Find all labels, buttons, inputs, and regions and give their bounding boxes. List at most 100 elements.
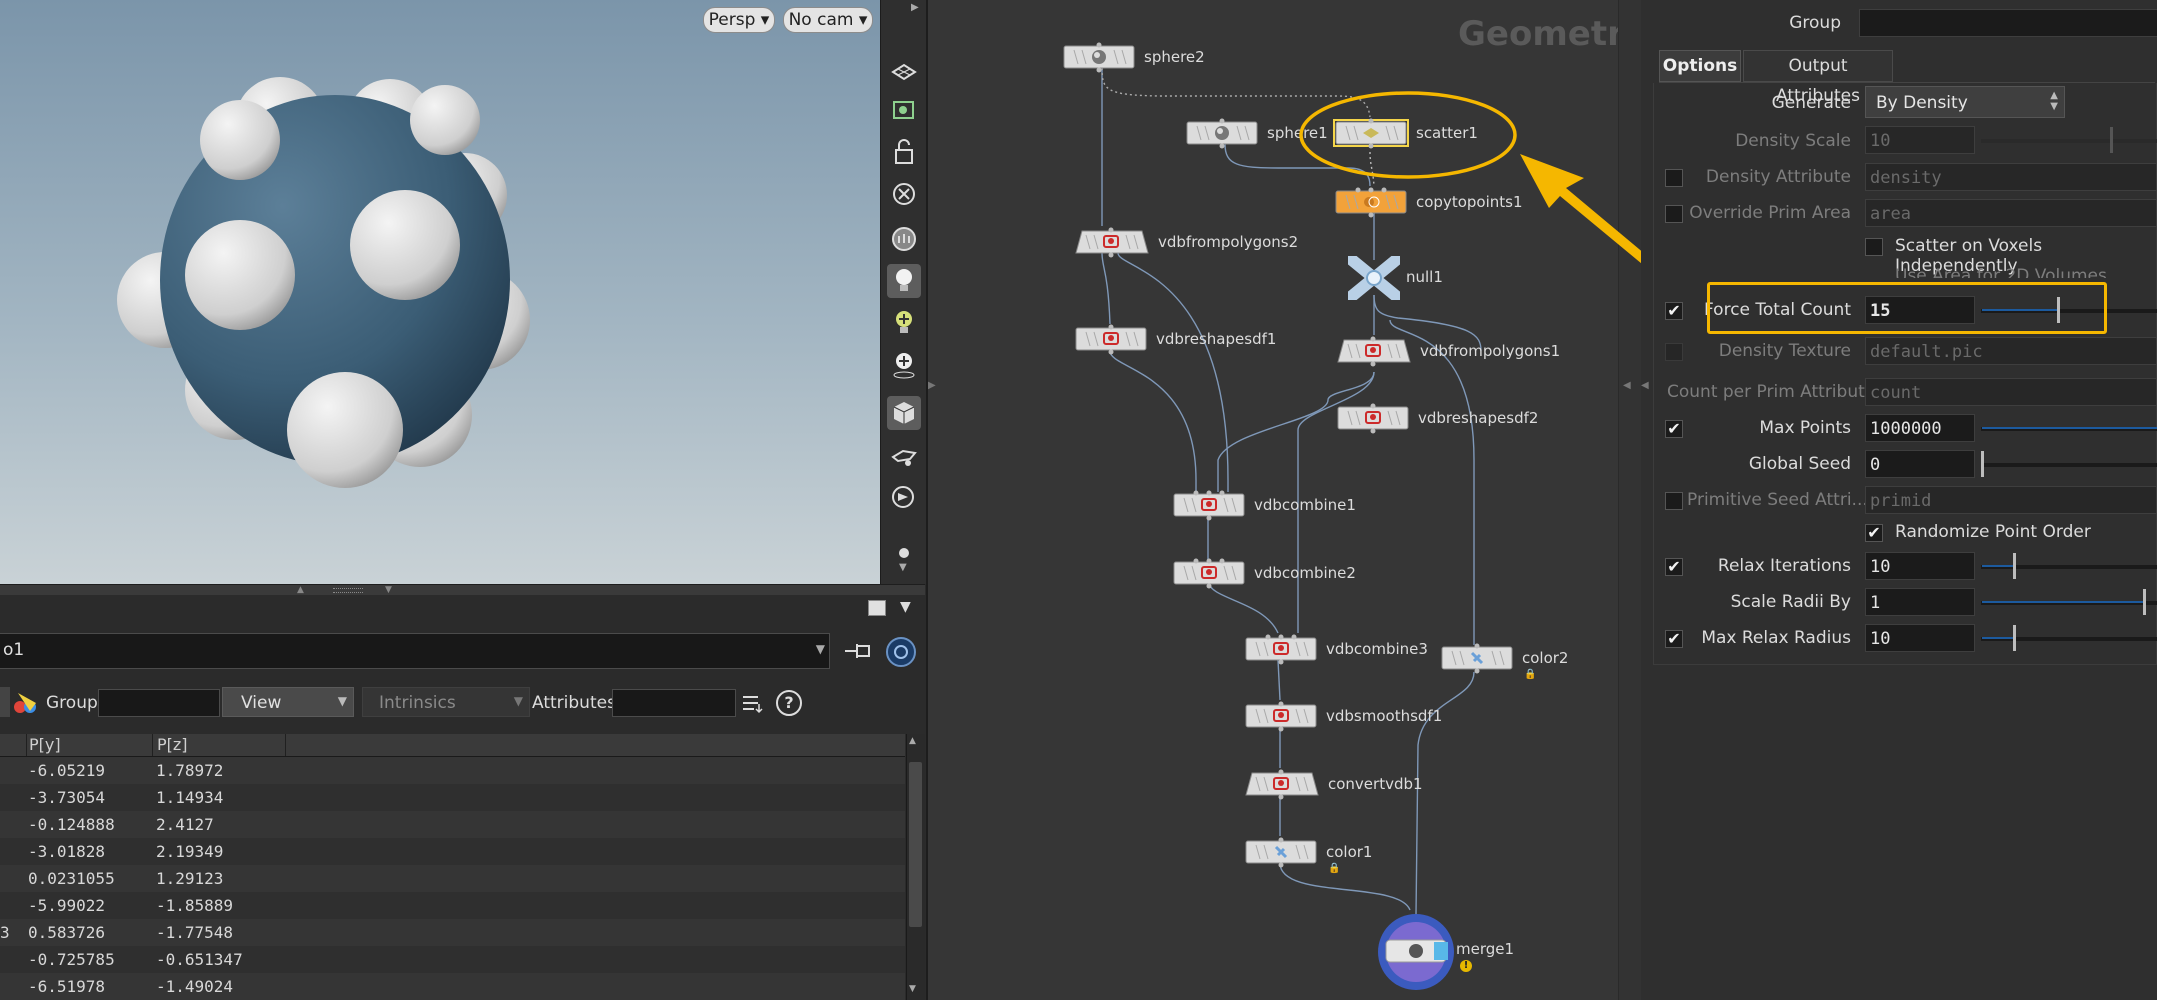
attributes-field[interactable] bbox=[612, 689, 736, 717]
table-cell-pz: -1.77548 bbox=[156, 923, 234, 942]
table-body: -6.05219 1.78972 -3.73054 1.14934 -0.124888 2… bbox=[0, 757, 905, 1000]
table-cell-py: 0.0231055 bbox=[28, 869, 115, 888]
table-cell-pz: 2.4127 bbox=[156, 815, 214, 834]
pin-icon[interactable] bbox=[843, 640, 875, 662]
parameter-editor: Group Options Output Attributes Generate… bbox=[1641, 0, 2157, 1000]
snap-icon[interactable] bbox=[887, 93, 921, 127]
table-cell-pz: 2.19349 bbox=[156, 842, 224, 861]
density-scale-field[interactable]: 10 bbox=[1865, 126, 1975, 154]
pane-layout-icon[interactable] bbox=[868, 600, 886, 616]
headlight-icon[interactable] bbox=[887, 348, 921, 382]
grid-icon[interactable] bbox=[887, 55, 921, 89]
count-per-prim-field[interactable]: count bbox=[1865, 378, 2157, 406]
scale-radii-knob[interactable] bbox=[2143, 589, 2146, 615]
table-cell-idx: 3 bbox=[0, 923, 10, 942]
density-scale-knob[interactable] bbox=[2110, 127, 2113, 153]
attribute-class-icon[interactable] bbox=[10, 689, 40, 717]
group-field[interactable] bbox=[98, 689, 220, 717]
camera-link-icon[interactable] bbox=[887, 480, 921, 514]
table-cell-idx bbox=[0, 757, 24, 784]
density-attribute-field[interactable]: density bbox=[1865, 163, 2157, 191]
drag-handle-icon[interactable] bbox=[333, 588, 363, 593]
prim-seed-field[interactable]: primid bbox=[1865, 486, 2157, 514]
relax-iterations-label: Relax Iterations bbox=[1717, 556, 1851, 576]
network-left-handle-icon[interactable]: ▶ bbox=[928, 380, 936, 391]
scroll-down-icon[interactable]: ▼ bbox=[899, 562, 907, 573]
global-seed-slider[interactable] bbox=[1981, 463, 2157, 467]
camera-view-icon[interactable] bbox=[887, 440, 921, 474]
max-relax-radius-knob[interactable] bbox=[2013, 625, 2016, 651]
density-attribute-label: Density Attribute bbox=[1705, 167, 1851, 187]
column-header-pz[interactable]: P[z] bbox=[152, 734, 286, 756]
table-row[interactable]: -3.01828 2.19349 bbox=[0, 838, 905, 865]
path-field[interactable]: o1 ▼ bbox=[0, 633, 830, 669]
relax-iterations-field[interactable]: 10 bbox=[1865, 552, 1975, 580]
global-seed-knob[interactable] bbox=[1981, 451, 1984, 477]
viewport-toolbar: ▶ ▼ bbox=[880, 0, 926, 584]
group-label: Group: bbox=[46, 693, 104, 713]
table-row[interactable]: -3.73054 1.14934 bbox=[0, 784, 905, 811]
path-dropdown-icon[interactable]: ▼ bbox=[816, 642, 825, 656]
table-row[interactable]: -6.51978 -1.49024 bbox=[0, 973, 905, 1000]
table-cell-pz: 1.14934 bbox=[156, 788, 224, 807]
max-points-field[interactable]: 1000000 bbox=[1865, 414, 1975, 442]
close-icon[interactable] bbox=[887, 177, 921, 211]
density-texture-field[interactable]: default.pic bbox=[1865, 337, 2157, 365]
table-cell-py: -3.01828 bbox=[28, 842, 106, 861]
column-header-py[interactable]: P[y] bbox=[26, 734, 155, 756]
table-cell-idx bbox=[0, 811, 24, 838]
max-relax-radius-label: Max Relax Radius bbox=[1701, 628, 1851, 648]
highlight-annotation bbox=[1299, 91, 1517, 179]
table-cell-pz: 1.78972 bbox=[156, 761, 224, 780]
collapse-down-icon[interactable]: ▼ bbox=[385, 585, 392, 595]
node-network-editor[interactable]: Geometry sphere2 sphere1 scatter1 copytopoi… bbox=[926, 0, 1643, 1000]
intrinsics-dropdown[interactable]: Intrinsics ▼ bbox=[362, 687, 530, 717]
tab-options[interactable]: Options bbox=[1659, 50, 1741, 82]
prim-seed-checkbox[interactable] bbox=[1665, 492, 1683, 510]
table-cell-py: -0.124888 bbox=[28, 815, 115, 834]
max-relax-radius-field[interactable]: 10 bbox=[1865, 624, 1975, 652]
pane-menu-icon[interactable]: ▼ bbox=[900, 599, 911, 615]
attribute-list-icon[interactable] bbox=[740, 691, 764, 715]
lock-icon[interactable] bbox=[887, 135, 921, 169]
table-scrollbar[interactable]: ▲ ▼ bbox=[906, 734, 925, 1000]
scene-viewport[interactable]: Persp ▾ No cam ▾ bbox=[0, 0, 880, 584]
light-bulb-icon[interactable] bbox=[887, 264, 921, 298]
scale-radii-field[interactable]: 1 bbox=[1865, 588, 1975, 616]
randomize-order-label: Randomize Point Order bbox=[1895, 522, 2091, 542]
prim-seed-label: Primitive Seed Attri... bbox=[1687, 490, 1868, 510]
scatter-voxels-checkbox[interactable] bbox=[1865, 238, 1883, 256]
generate-dropdown[interactable]: By Density ▲ ▼ bbox=[1865, 86, 2065, 118]
table-cell-pz: -1.85889 bbox=[156, 896, 234, 915]
tab-output-attributes[interactable]: Output Attributes bbox=[1743, 50, 1893, 106]
persp-menu[interactable]: Persp ▾ bbox=[703, 7, 775, 33]
table-row[interactable]: 3 0.583726 -1.77548 bbox=[0, 919, 905, 946]
viewport-render bbox=[117, 77, 530, 488]
scroll-left-stub[interactable] bbox=[0, 687, 10, 717]
table-row[interactable]: -6.05219 1.78972 bbox=[0, 757, 905, 784]
table-cell-pz: -0.651347 bbox=[156, 950, 243, 969]
override-prim-area-field[interactable]: area bbox=[1865, 199, 2157, 227]
dot-icon[interactable] bbox=[899, 548, 909, 558]
global-seed-field[interactable]: 0 bbox=[1865, 450, 1975, 478]
relax-iterations-knob[interactable] bbox=[2013, 553, 2016, 579]
collapse-up-icon[interactable]: ▲ bbox=[297, 585, 304, 595]
params-collapse-icon[interactable]: ◀ bbox=[1641, 380, 1649, 391]
table-row[interactable]: 0.0231055 1.29123 bbox=[0, 865, 905, 892]
add-light-icon[interactable] bbox=[887, 306, 921, 340]
toolbar-arrow-icon[interactable]: ▶ bbox=[911, 2, 923, 13]
shading-cube-icon[interactable] bbox=[887, 396, 921, 430]
camera-menu[interactable]: No cam ▾ bbox=[783, 7, 873, 33]
display-options-icon[interactable] bbox=[887, 222, 921, 256]
view-dropdown[interactable]: View ▼ bbox=[222, 687, 354, 717]
density-scale-slider[interactable] bbox=[1981, 139, 2157, 143]
attributes-label: Attributes: bbox=[532, 693, 622, 713]
help-icon[interactable]: ? bbox=[776, 690, 802, 716]
table-row[interactable]: -0.124888 2.4127 bbox=[0, 811, 905, 838]
group-param-field[interactable] bbox=[1859, 9, 2157, 37]
max-points-label: Max Points bbox=[1759, 418, 1851, 438]
randomize-order-checkbox[interactable]: ✔ bbox=[1865, 524, 1883, 542]
table-row[interactable]: -0.725785 -0.651347 bbox=[0, 946, 905, 973]
table-row[interactable]: -5.99022 -1.85889 bbox=[0, 892, 905, 919]
link-icon[interactable] bbox=[886, 637, 916, 667]
